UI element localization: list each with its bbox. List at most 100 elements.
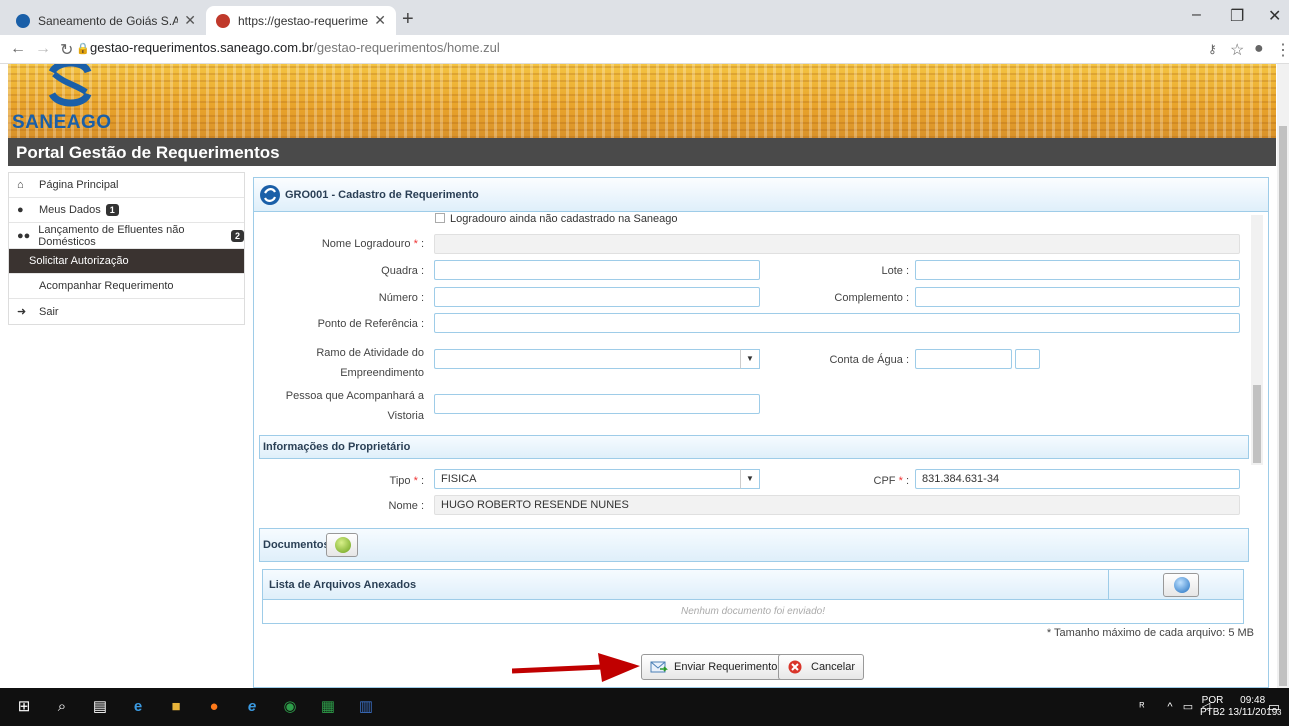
menu-icon[interactable]: ⋮	[1275, 40, 1289, 60]
sidebar-item-label: Lançamento de Efluentes não Domésticos	[38, 223, 185, 248]
documents-section-header: Documentos	[259, 528, 1249, 562]
count-badge: 1	[105, 204, 119, 216]
tab-saneamento[interactable]: Saneamento de Goiás S.A ✕	[6, 6, 206, 35]
saneago-favicon-icon	[16, 13, 30, 28]
url-host: gestao-requerimentos.saneago.com.br	[90, 40, 314, 55]
windows-taskbar: ⊞ ⌕ ▤ e ■ ● e ◉ ▦ ▥ ᴿ ^ ▭ ◁ POR PTB2 09:4…	[0, 688, 1289, 726]
windows-start-icon[interactable]: ⊞	[14, 697, 34, 717]
ramo-atividade-select[interactable]	[434, 349, 740, 369]
tab-gestao[interactable]: https://gestao-requerimentos.sar ✕	[206, 6, 396, 35]
lock-icon: 🔒	[76, 43, 90, 55]
sidebar-item-solicitar-autorizacao[interactable]: Solicitar Autorização	[9, 249, 244, 274]
site-favicon-icon	[216, 13, 230, 28]
attached-files-title: Lista de Arquivos Anexados	[269, 579, 417, 591]
form-title: GRO001 - Cadastro de Requerimento	[285, 188, 479, 201]
address-bar: ← → ↻ 🔒 gestao-requerimentos.saneago.com…	[0, 35, 1289, 64]
file-explorer-icon[interactable]: ■	[166, 697, 186, 717]
cancel-button[interactable]: Cancelar	[778, 654, 865, 680]
notification-count: 3	[1277, 708, 1282, 717]
red-arrow-annotation	[512, 653, 640, 682]
saneago-logo-icon	[260, 184, 280, 205]
help-icon	[335, 537, 351, 553]
upload-icon	[1174, 577, 1190, 593]
notifications-icon[interactable]: ▭ 3	[1264, 697, 1284, 717]
pessoa-vistoria-input[interactable]	[434, 394, 760, 414]
lote-label: Lote :	[881, 265, 909, 277]
help-button[interactable]	[326, 533, 358, 557]
chevron-down-icon[interactable]: ▼	[740, 469, 760, 489]
close-window-icon[interactable]: ✕	[1268, 6, 1281, 26]
edge-icon[interactable]: e	[128, 697, 148, 717]
sidebar-item-meus-dados[interactable]: ● Meus Dados 1	[9, 198, 244, 223]
ponto-referencia-input[interactable]	[434, 313, 1240, 333]
submit-request-button[interactable]: Enviar Requerimento	[641, 654, 787, 680]
reload-icon[interactable]: ↻	[60, 40, 73, 60]
sidebar-item-label: Acompanhar Requerimento	[39, 280, 174, 292]
numero-label: Número :	[378, 292, 424, 304]
users-icon: ●●	[17, 229, 31, 242]
sidebar-item-home[interactable]: ⌂ Página Principal	[9, 173, 244, 198]
tipo-select[interactable]: FISICA	[434, 469, 740, 489]
conta-agua-digit-input[interactable]	[1015, 349, 1040, 369]
new-tab-icon[interactable]: +	[402, 8, 414, 31]
conta-agua-label: Conta de Água :	[829, 354, 909, 366]
form-header: GRO001 - Cadastro de Requerimento	[254, 178, 1268, 212]
conta-agua-input[interactable]	[915, 349, 1012, 369]
cancel-icon	[788, 660, 802, 674]
pessoa-vistoria-label: Pessoa que Acompanhará a Vistoria	[285, 390, 424, 422]
requirement-form-window: GRO001 - Cadastro de Requerimento Lograd…	[253, 177, 1269, 688]
key-icon[interactable]: ⚷	[1208, 42, 1217, 56]
logradouro-checkbox[interactable]	[435, 213, 445, 223]
send-mail-icon	[650, 661, 668, 673]
sidebar: ⌂ Página Principal ● Meus Dados 1 ●● Lançame…	[8, 172, 245, 325]
search-icon[interactable]: ⌕	[52, 697, 72, 717]
tab-title: Saneamento de Goiás S.A	[38, 13, 179, 28]
page-scrollbar[interactable]	[1277, 64, 1289, 688]
empty-files-message: Nenhum documento foi enviado!	[681, 606, 825, 617]
document-icon[interactable]: ▥	[356, 697, 376, 717]
account-icon[interactable]: ●	[1254, 40, 1264, 58]
logout-icon: ➜	[17, 306, 27, 318]
user-icon: ●	[17, 204, 24, 216]
chrome-icon[interactable]: ◉	[280, 697, 300, 717]
chevron-down-icon[interactable]: ▼	[740, 349, 760, 369]
tipo-label: Tipo * :	[389, 475, 424, 487]
sidebar-item-label: Sair	[39, 305, 59, 318]
spreadsheet-icon[interactable]: ▦	[318, 697, 338, 717]
url-path: /gestao-requerimentos/home.zul	[313, 40, 500, 55]
cancel-label: Cancelar	[811, 661, 856, 673]
internet-explorer-icon[interactable]: e	[242, 697, 262, 717]
lote-input[interactable]	[915, 260, 1240, 280]
url-field[interactable]: gestao-requerimentos.saneago.com.br/gest…	[90, 40, 500, 55]
restore-icon[interactable]: ❐	[1230, 6, 1244, 26]
back-icon[interactable]: ←	[10, 40, 26, 58]
nome-logradouro-field[interactable]	[434, 234, 1240, 254]
tray-chevron-icon[interactable]: ^	[1160, 697, 1180, 717]
sidebar-item-acompanhar[interactable]: Acompanhar Requerimento	[9, 274, 244, 299]
nome-logradouro-label: Nome Logradouro * :	[321, 238, 424, 250]
cpf-input[interactable]: 831.384.631-34	[915, 469, 1240, 489]
ponto-referencia-label: Ponto de Referência :	[317, 318, 424, 330]
task-view-icon[interactable]: ▤	[90, 697, 110, 717]
forward-icon[interactable]: →	[35, 40, 51, 58]
numero-input[interactable]	[434, 287, 760, 307]
firefox-icon[interactable]: ●	[204, 697, 224, 717]
sidebar-item-sair[interactable]: ➜ Sair	[9, 299, 244, 324]
owner-section-header: Informações do Proprietário	[259, 435, 1249, 459]
close-tab-icon[interactable]: ✕	[184, 12, 196, 29]
close-tab-icon[interactable]: ✕	[374, 12, 386, 29]
quadra-input[interactable]	[434, 260, 760, 280]
quadra-label: Quadra :	[381, 265, 424, 277]
network-icon[interactable]: ▭	[1178, 697, 1198, 717]
home-icon: ⌂	[17, 179, 24, 191]
attached-files-table: Lista de Arquivos Anexados Nenhum docume…	[262, 569, 1244, 624]
complemento-input[interactable]	[915, 287, 1240, 307]
form-scrollbar[interactable]	[1251, 215, 1263, 465]
nome-field: HUGO ROBERTO RESENDE NUNES	[434, 495, 1240, 515]
people-icon[interactable]: ᴿ	[1132, 697, 1152, 717]
minimize-icon[interactable]: –	[1192, 6, 1201, 24]
language-indicator[interactable]: POR PTB2	[1200, 695, 1225, 719]
upload-button[interactable]	[1163, 573, 1199, 597]
sidebar-item-efluentes[interactable]: ●● Lançamento de Efluentes não Domésticos…	[9, 223, 244, 249]
bookmark-star-icon[interactable]: ☆	[1230, 40, 1244, 60]
